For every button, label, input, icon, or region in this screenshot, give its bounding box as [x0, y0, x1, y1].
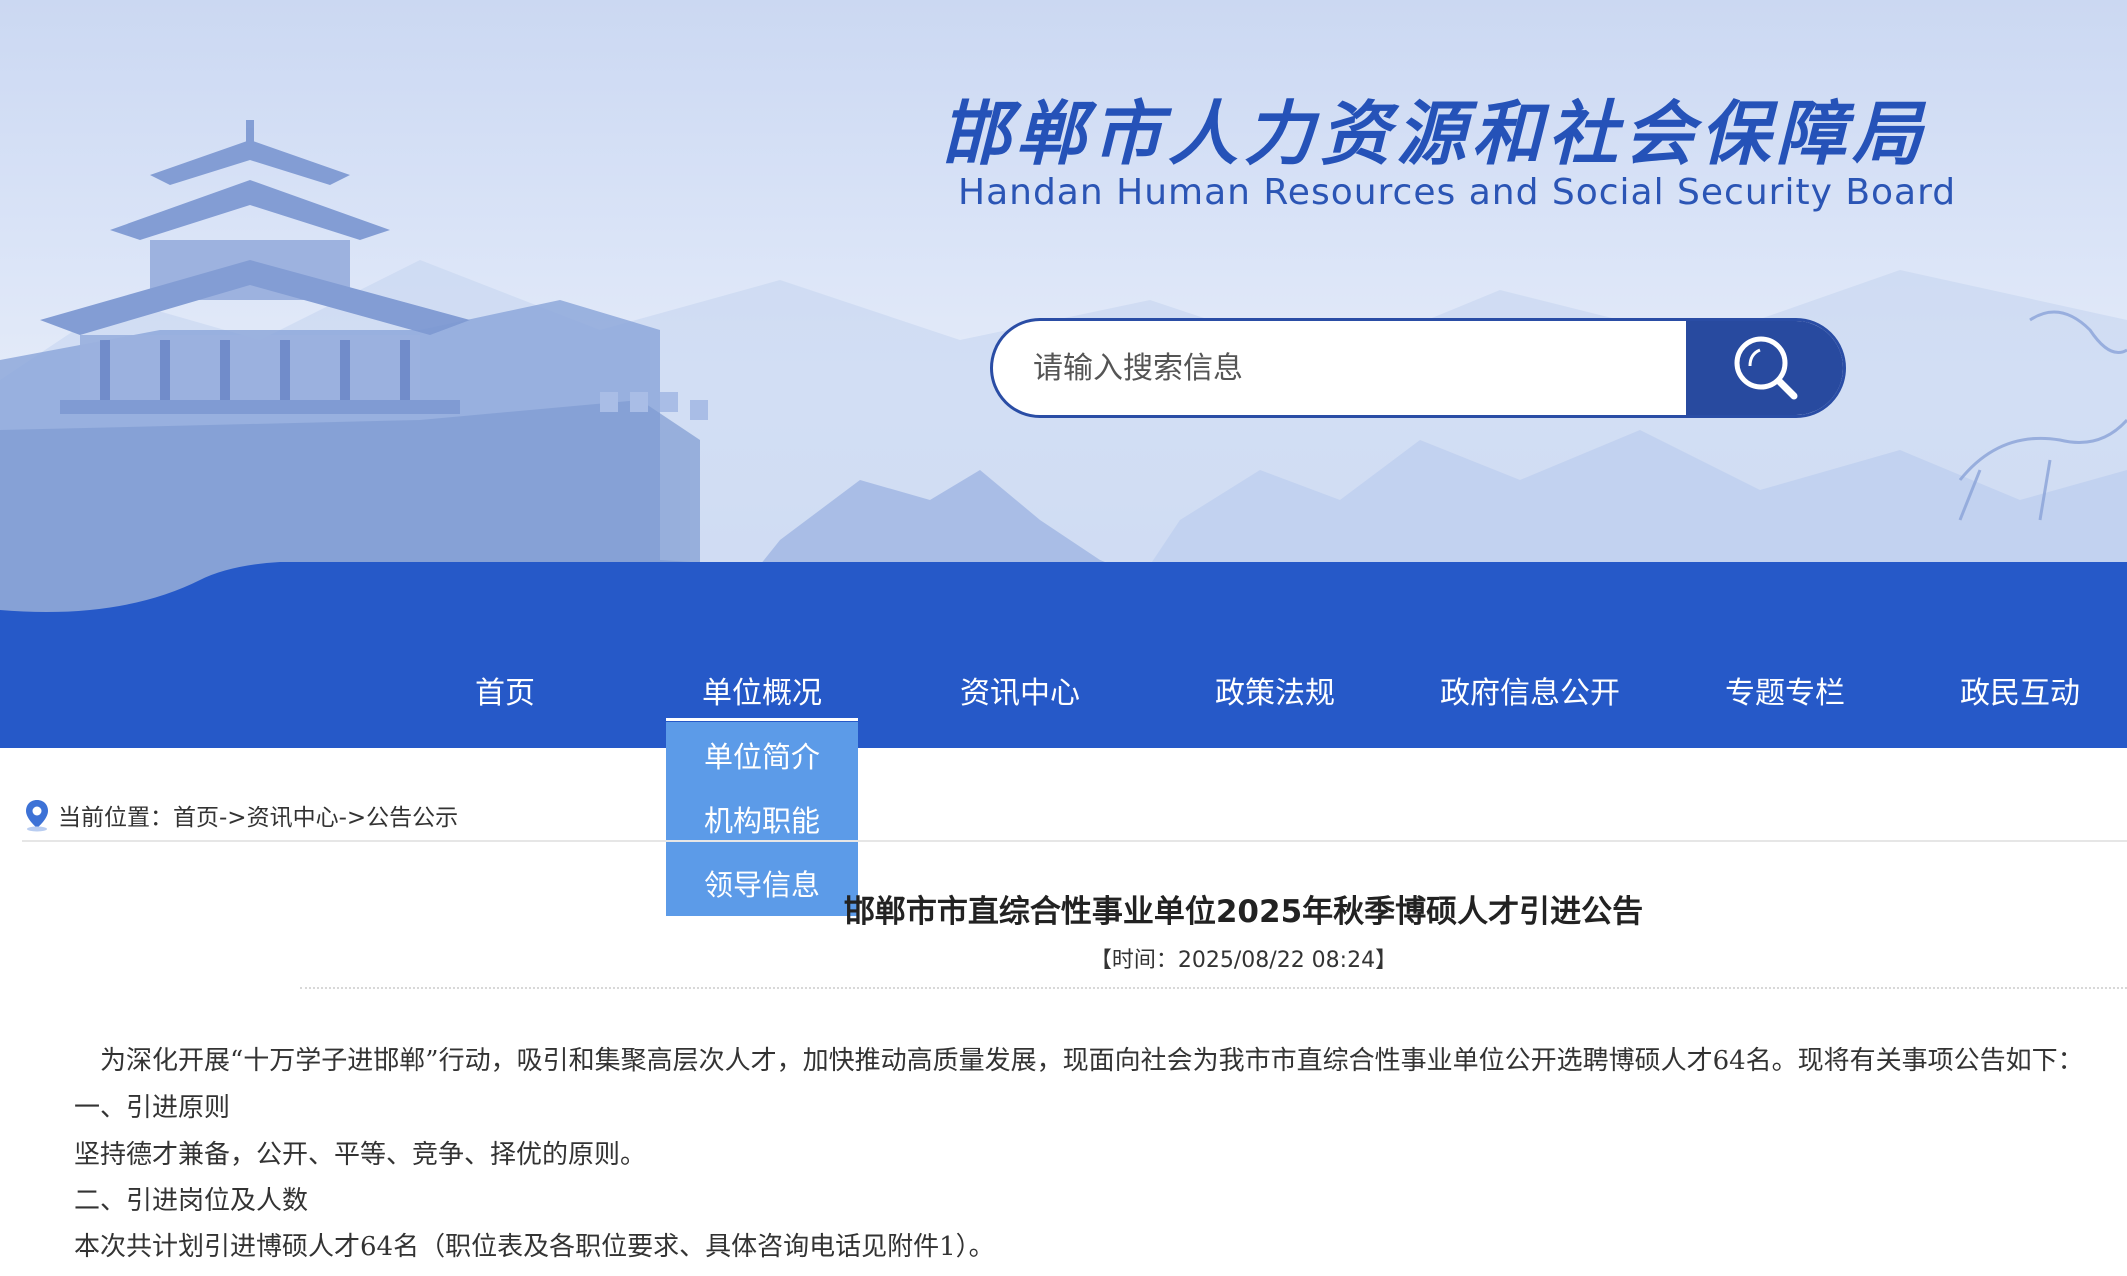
article-timestamp: 【时间：2025/08/22 08:24】: [1089, 948, 1398, 973]
location-pin-icon: [26, 800, 48, 832]
site-subtitle: Handan Human Resources and Social Securi…: [958, 172, 1957, 213]
nav-item-topics[interactable]: 专题专栏: [1680, 628, 1890, 748]
nav-item-news[interactable]: 资讯中心: [915, 628, 1125, 748]
article-header-divider: [300, 987, 2127, 989]
article-title: 邯郸市市直综合性事业单位2025年秋季博硕人才引进公告: [843, 894, 1644, 930]
nav-item-gov-info[interactable]: 政府信息公开: [1420, 628, 1640, 748]
breadcrumb-prefix: 当前位置：: [58, 805, 173, 831]
nav-active-indicator: [666, 718, 858, 721]
article-paragraph-principle: 坚持德才兼备，公开、平等、竞争、择优的原则。: [74, 1140, 647, 1170]
article-paragraph-positions: 本次共计划引进博硕人才64名（职位表及各职位要求、具体咨询电话见附件1）。: [74, 1232, 995, 1262]
breadcrumb-divider: [22, 840, 2127, 842]
search-button[interactable]: [1686, 321, 1843, 415]
breadcrumb: 当前位置： 首页->资讯中心->公告公示: [22, 795, 458, 835]
search-bar: [990, 318, 1846, 418]
nav-wave-decoration: [0, 562, 2127, 630]
breadcrumb-path[interactable]: 首页->资讯中心->公告公示: [173, 798, 458, 832]
search-input[interactable]: [1033, 321, 1673, 415]
dropdown-item-unit-intro[interactable]: 单位简介: [666, 722, 858, 786]
header-banner: 邯郸市人力资源和社会保障局 Handan Human Resources and…: [0, 0, 2127, 640]
article-paragraph-intro: 为深化开展“十万学子进邯郸”行动，吸引和集聚高层次人才，加快推动高质量发展，现面…: [100, 1046, 2084, 1076]
article-section-heading-2: 二、引进岗位及人数: [74, 1186, 309, 1216]
article-section-heading-1: 一、引进原则: [74, 1093, 231, 1123]
search-icon: [1734, 336, 1798, 400]
nav-item-policy[interactable]: 政策法规: [1170, 628, 1380, 748]
nav-item-home[interactable]: 首页: [440, 628, 570, 748]
nav-item-interaction[interactable]: 政民互动: [1930, 628, 2110, 748]
site-title: 邯郸市人力资源和社会保障局: [940, 92, 1928, 175]
